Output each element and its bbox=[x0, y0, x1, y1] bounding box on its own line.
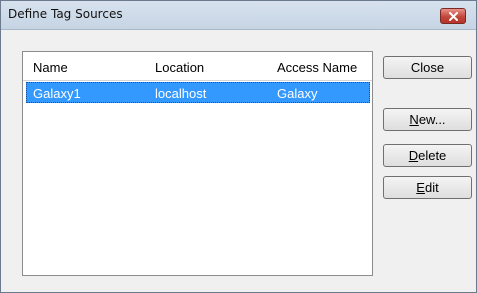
edit-button-label: dit bbox=[424, 180, 439, 195]
define-tag-sources-dialog: Define Tag Sources Name Location Access … bbox=[0, 0, 477, 293]
close-icon bbox=[449, 12, 458, 21]
cell-access-name: Galaxy bbox=[277, 86, 318, 101]
close-button-label: Close bbox=[410, 60, 445, 75]
new-button-label: ew... bbox=[418, 112, 446, 127]
column-header-access-name[interactable]: Access Name bbox=[277, 60, 357, 75]
title-close-button[interactable] bbox=[440, 8, 466, 24]
new-button-mnemonic: N bbox=[409, 112, 419, 127]
delete-button-label: elete bbox=[418, 148, 447, 163]
delete-button-mnemonic: D bbox=[408, 148, 419, 163]
tag-sources-list[interactable]: Name Location Access Name Galaxy1 localh… bbox=[22, 51, 373, 276]
column-header-name[interactable]: Name bbox=[33, 60, 68, 75]
delete-button[interactable]: Delete bbox=[383, 144, 472, 167]
cell-location: localhost bbox=[155, 86, 207, 101]
close-button[interactable]: Close bbox=[383, 56, 472, 79]
window-title: Define Tag Sources bbox=[8, 7, 123, 21]
list-item[interactable]: Galaxy1 localhost Galaxy bbox=[26, 82, 370, 103]
edit-button[interactable]: Edit bbox=[383, 176, 472, 199]
new-button[interactable]: New... bbox=[383, 108, 472, 131]
list-header: Name Location Access Name bbox=[23, 52, 372, 81]
column-header-location[interactable]: Location bbox=[155, 60, 204, 75]
cell-name: Galaxy1 bbox=[33, 86, 81, 101]
title-bar: Define Tag Sources bbox=[1, 1, 476, 30]
edit-button-mnemonic: E bbox=[416, 180, 425, 195]
